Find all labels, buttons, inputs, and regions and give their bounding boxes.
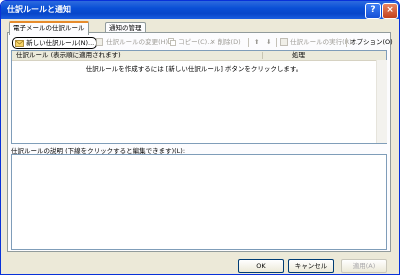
- delete-button[interactable]: ✕ 削除(D): [210, 37, 241, 48]
- copy-icon: [168, 38, 176, 46]
- rules-and-alerts-dialog: 仕訳ルールと通知 ? × 電子メールの仕訳ルール 通知の管理 新しい仕訳ルール(…: [0, 0, 400, 275]
- rules-toolbar: 新しい仕訳ルール(N)... 仕訳ルールの変更(H) ▾ コピー(C)... ✕…: [10, 37, 393, 49]
- change-rule-button[interactable]: 仕訳ルールの変更(H) ▾: [96, 37, 173, 48]
- move-down-button[interactable]: ⬇: [266, 37, 271, 48]
- apply-button[interactable]: 適用(A): [341, 259, 387, 273]
- edit-rule-icon: [96, 38, 103, 46]
- copy-button[interactable]: コピー(C)...: [168, 37, 213, 48]
- new-rule-button[interactable]: 新しい仕訳ルール(N)...: [12, 37, 98, 49]
- toolbar-divider: [276, 38, 277, 47]
- cancel-button[interactable]: キャンセル: [288, 259, 334, 273]
- new-rule-label: 新しい仕訳ルール(N)...: [26, 39, 95, 47]
- new-rule-icon: [15, 40, 24, 47]
- vertical-scrollbar[interactable]: [376, 60, 387, 143]
- rule-description-box[interactable]: [11, 154, 387, 250]
- column-divider: [262, 52, 263, 59]
- email-rules-panel: 新しい仕訳ルール(N)... 仕訳ルールの変更(H) ▾ コピー(C)... ✕…: [7, 32, 393, 252]
- help-button[interactable]: ?: [365, 3, 381, 19]
- toolbar-divider: [248, 38, 249, 47]
- window-title: 仕訳ルールと通知: [7, 5, 71, 14]
- title-bar[interactable]: 仕訳ルールと通知 ? ×: [1, 1, 399, 19]
- rules-list[interactable]: 仕訳ルール (表示順に適用されます) 処理 仕訳ルールを作成するには [新しい仕…: [11, 50, 387, 144]
- tab-email-rules[interactable]: 電子メールの仕訳ルール: [9, 21, 89, 35]
- change-rule-label: 仕訳ルールの変更(H): [106, 38, 169, 46]
- delete-label: 削除(D): [217, 38, 241, 46]
- run-rules-icon: [280, 38, 288, 46]
- ok-button[interactable]: OK: [238, 259, 284, 273]
- column-header-rule[interactable]: 仕訳ルール (表示順に適用されます): [16, 51, 121, 60]
- options-button[interactable]: オプション(O): [350, 37, 393, 48]
- arrow-down-icon: ⬇: [266, 38, 272, 46]
- move-up-button[interactable]: ⬆: [254, 37, 259, 48]
- run-rules-label: 仕訳ルールの実行(R)...: [290, 38, 358, 46]
- column-header-action[interactable]: 処理: [292, 51, 305, 60]
- toolbar-divider: [346, 38, 347, 47]
- arrow-up-icon: ⬆: [254, 38, 260, 46]
- rules-list-header: 仕訳ルール (表示順に適用されます) 処理: [12, 51, 386, 61]
- empty-rules-message: 仕訳ルールを作成するには [新しい仕訳ルール] ボタンをクリックします。: [85, 65, 303, 73]
- delete-x-icon: ✕: [210, 38, 216, 46]
- copy-label: コピー(C)...: [178, 38, 214, 46]
- close-button[interactable]: ×: [382, 3, 398, 19]
